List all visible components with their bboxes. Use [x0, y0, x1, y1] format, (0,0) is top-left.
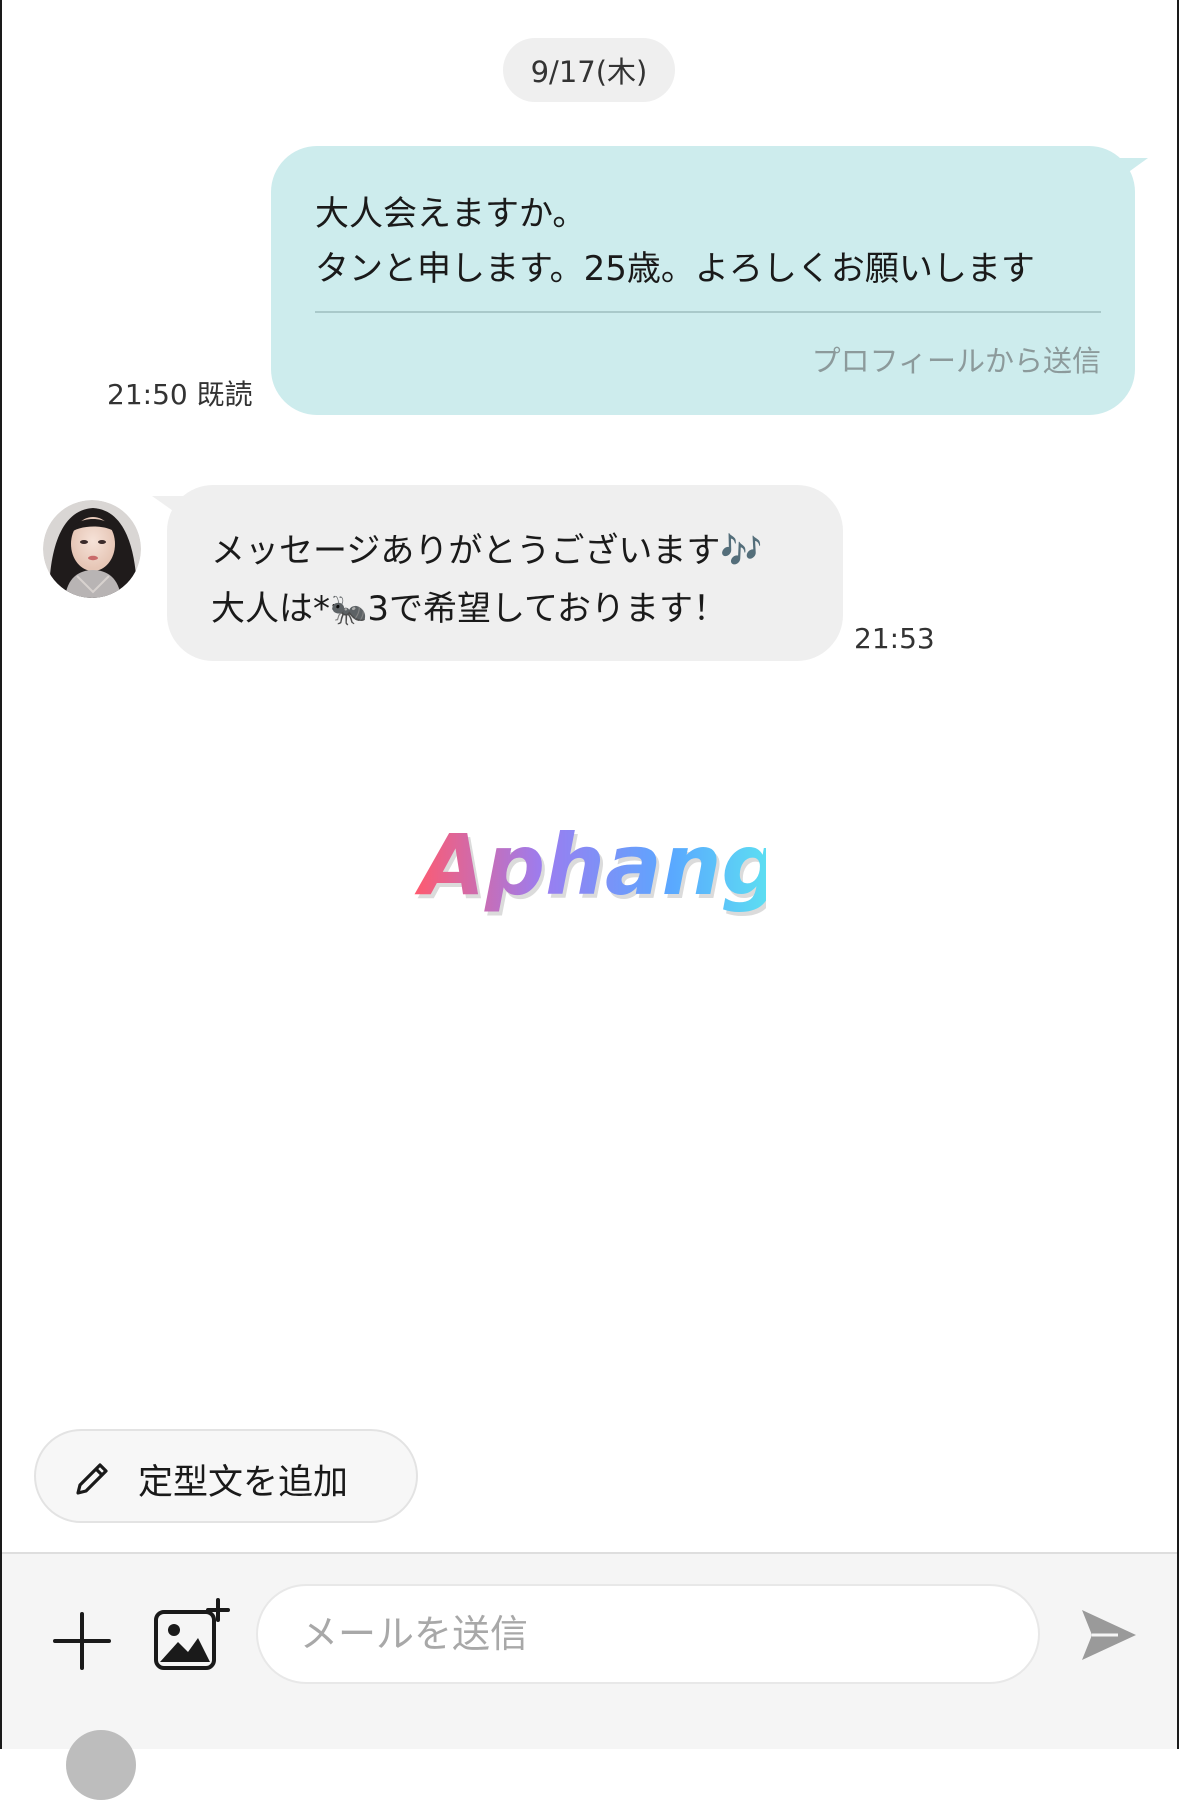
- add-template-label: 定型文を追加: [138, 1463, 349, 1503]
- add-image-icon[interactable]: [152, 1598, 232, 1672]
- received-message-line-2-suffix: 3で希望しております！: [367, 589, 727, 629]
- read-status: 既読: [196, 378, 253, 411]
- date-label: 9/17(木): [530, 55, 648, 89]
- avatar-photo-icon: [43, 500, 141, 598]
- received-message-time: 21:53: [854, 622, 935, 655]
- received-message-line-2-prefix: 大人は*: [211, 589, 330, 629]
- avatar[interactable]: [43, 500, 141, 598]
- sent-message-meta: 21:50 既読: [107, 373, 253, 413]
- received-message-line-1: メッセージありがとうございます🎶: [211, 523, 763, 572]
- ant-icon: 🐜: [330, 593, 368, 628]
- watermark-logo: Aphang Aphang: [414, 820, 766, 918]
- sent-message-bubble[interactable]: 大人会えますか。 タンと申します。25歳。よろしくお願いします プロフィールから…: [271, 146, 1135, 415]
- plus-icon[interactable]: [51, 1610, 113, 1672]
- music-notes-icon: 🎶: [720, 531, 763, 571]
- sent-message-line-1: 大人会えますか。: [315, 194, 587, 234]
- send-icon[interactable]: [1078, 1604, 1140, 1666]
- sent-message-source: プロフィールから送信: [811, 344, 1101, 378]
- date-separator: 9/17(木): [503, 38, 675, 102]
- received-message-line-1-text: メッセージありがとうございます: [211, 531, 721, 571]
- watermark-text: Aphang: [414, 820, 766, 914]
- received-message-line-2: 大人は*🐜3で希望しております！: [211, 581, 727, 630]
- message-input[interactable]: [256, 1584, 1040, 1684]
- bottom-indicator: [66, 1730, 136, 1800]
- screen-edge-left: [0, 0, 2, 1749]
- sent-message-line-2: タンと申します。25歳。よろしくお願いします: [315, 249, 1035, 289]
- pencil-icon: [76, 1463, 108, 1495]
- add-template-button[interactable]: 定型文を追加: [34, 1429, 418, 1523]
- message-input-bar: [2, 1552, 1177, 1800]
- sent-message-divider: [315, 311, 1101, 313]
- received-message-bubble[interactable]: メッセージありがとうございます🎶 大人は*🐜3で希望しております！: [167, 485, 843, 661]
- sent-message-time: 21:50: [107, 378, 188, 411]
